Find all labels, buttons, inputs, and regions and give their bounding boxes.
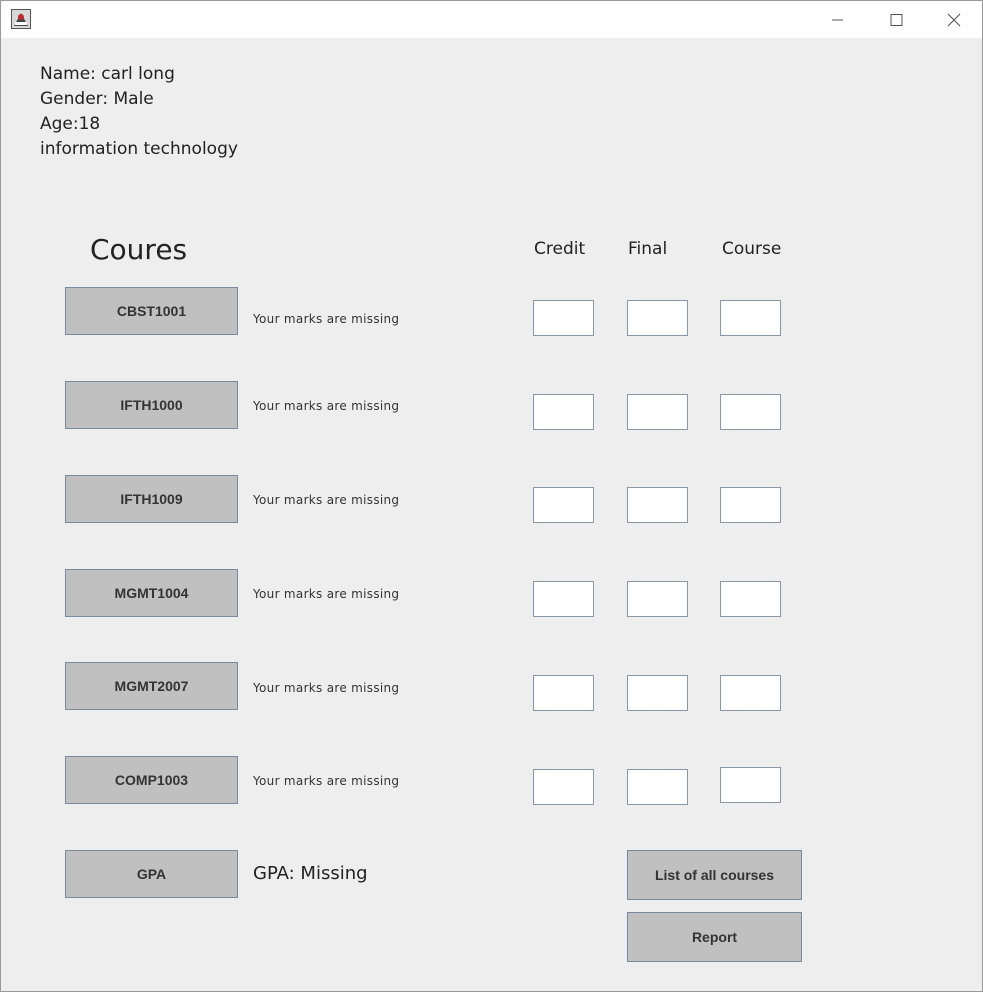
gpa-button[interactable]: GPA: [65, 850, 238, 898]
final-input[interactable]: [627, 394, 688, 430]
title-bar[interactable]: [1, 1, 982, 38]
java-app-icon: [11, 9, 31, 29]
close-button[interactable]: [925, 1, 982, 38]
course-mark-input[interactable]: [720, 300, 781, 336]
course-button[interactable]: IFTH1009: [65, 475, 238, 523]
course-button[interactable]: CBST1001: [65, 287, 238, 335]
credit-input[interactable]: [533, 581, 594, 617]
course-mark-input[interactable]: [720, 581, 781, 617]
credit-column-header: Credit: [534, 239, 586, 259]
course-column-header: Course: [722, 239, 782, 259]
credit-input[interactable]: [533, 675, 594, 711]
marks-status: Your marks are missing: [253, 493, 400, 507]
marks-status: Your marks are missing: [253, 587, 400, 601]
course-mark-input[interactable]: [720, 394, 781, 430]
student-gender: Gender: Male: [40, 89, 154, 109]
course-button[interactable]: IFTH1000: [65, 381, 238, 429]
app-window: Name: carl long Gender: Male Age:18 info…: [0, 0, 983, 992]
student-name: Name: carl long: [40, 64, 175, 84]
list-all-courses-button[interactable]: List of all courses: [627, 850, 802, 900]
final-input[interactable]: [627, 487, 688, 523]
marks-status: Your marks are missing: [253, 399, 400, 413]
courses-title: Coures: [90, 233, 188, 266]
student-age: Age:18: [40, 114, 101, 134]
course-mark-input[interactable]: [720, 767, 781, 803]
course-button[interactable]: MGMT1004: [65, 569, 238, 617]
maximize-button[interactable]: [867, 1, 925, 38]
credit-input[interactable]: [533, 769, 594, 805]
marks-status: Your marks are missing: [253, 312, 400, 326]
report-button[interactable]: Report: [627, 912, 802, 962]
course-mark-input[interactable]: [720, 487, 781, 523]
course-mark-input[interactable]: [720, 675, 781, 711]
credit-input[interactable]: [533, 487, 594, 523]
credit-input[interactable]: [533, 394, 594, 430]
minimize-button[interactable]: [809, 1, 867, 38]
marks-status: Your marks are missing: [253, 774, 400, 788]
final-input[interactable]: [627, 769, 688, 805]
final-input[interactable]: [627, 581, 688, 617]
final-input[interactable]: [627, 300, 688, 336]
marks-status: Your marks are missing: [253, 681, 400, 695]
student-program: information technology: [40, 139, 238, 159]
credit-input[interactable]: [533, 300, 594, 336]
course-button[interactable]: COMP1003: [65, 756, 238, 804]
final-column-header: Final: [628, 239, 668, 259]
course-button[interactable]: MGMT2007: [65, 662, 238, 710]
gpa-status: GPA: Missing: [253, 863, 368, 884]
final-input[interactable]: [627, 675, 688, 711]
